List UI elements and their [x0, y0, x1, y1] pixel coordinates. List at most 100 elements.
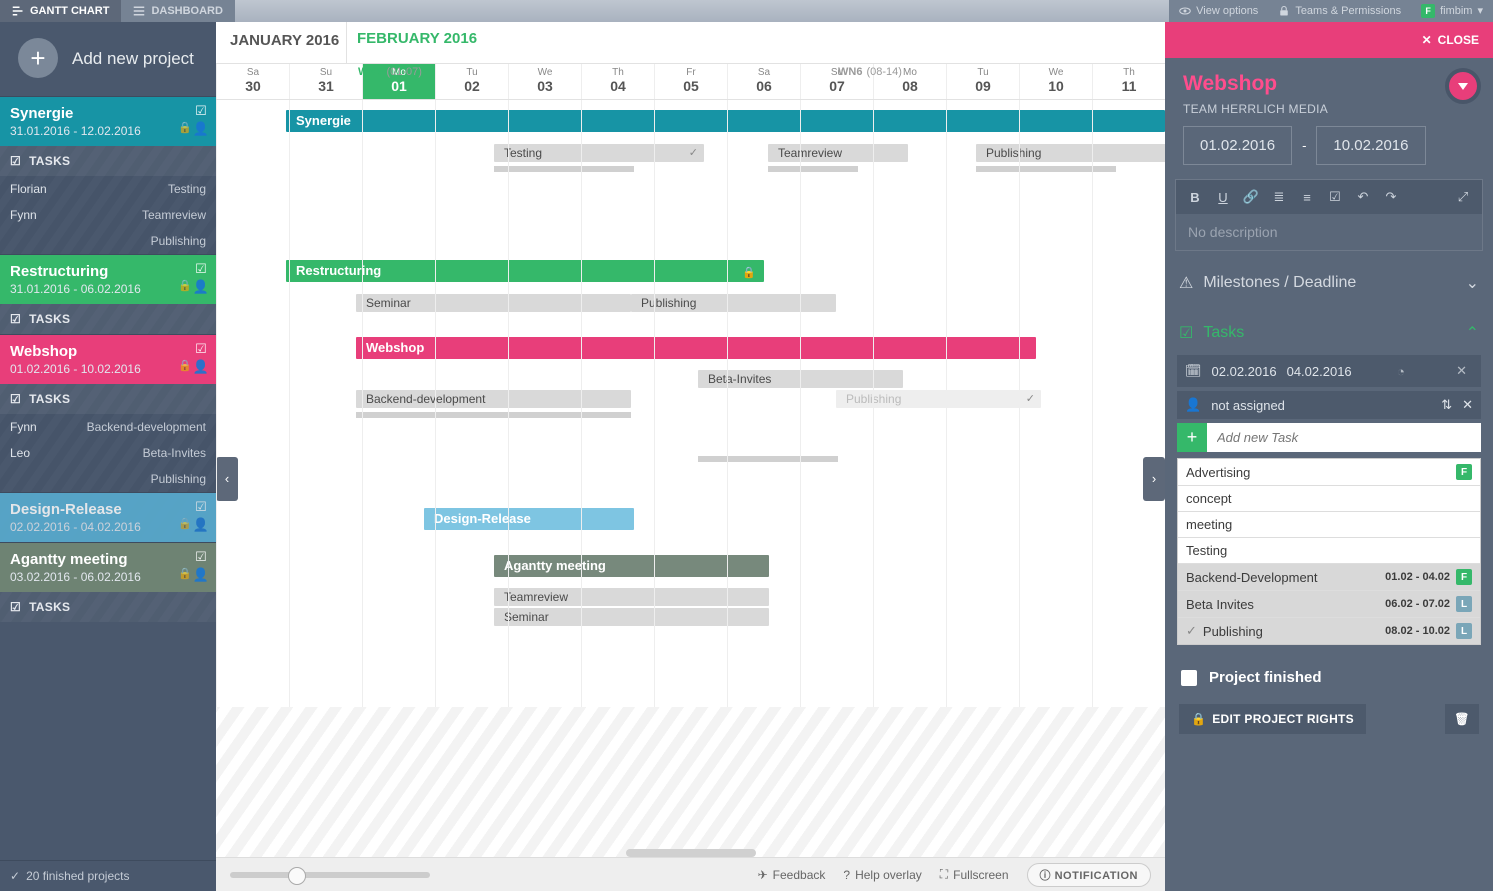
- project-finished-toggle[interactable]: Project finished: [1165, 651, 1493, 704]
- day-cell[interactable]: Th04: [581, 64, 654, 99]
- bar-publishing[interactable]: Publishing: [976, 144, 1165, 162]
- right-panel: ✕ CLOSE Webshop TEAM HERRLICH MEDIA 01.0…: [1165, 22, 1493, 891]
- bold-button[interactable]: B: [1184, 186, 1206, 208]
- add-task-input[interactable]: [1207, 423, 1481, 452]
- close-button[interactable]: ✕ CLOSE: [1165, 22, 1493, 58]
- tab-gantt[interactable]: GANTT CHART: [0, 0, 121, 22]
- fullscreen-button[interactable]: ⛶ Fullscreen: [940, 867, 1009, 882]
- task-row[interactable]: AdvertisingF: [1178, 459, 1480, 486]
- tasks-section-header[interactable]: ☑ Tasks ⌃: [1165, 315, 1493, 351]
- task-date-from[interactable]: 02.02.2016: [1212, 364, 1277, 379]
- tab-dashboard-label: DASHBOARD: [151, 0, 223, 22]
- gantt-body[interactable]: Synergie Testing Teamreview Publishing R…: [216, 100, 1165, 857]
- task-row[interactable]: Testing: [1178, 538, 1480, 564]
- bar-testing[interactable]: Testing: [494, 144, 704, 162]
- undo-button[interactable]: ↶: [1352, 186, 1374, 208]
- clock-icon[interactable]: ◔: [1391, 362, 1411, 381]
- help-link[interactable]: ? Help overlay: [843, 868, 921, 882]
- assignee-select[interactable]: not assigned: [1211, 398, 1285, 413]
- bar-design-release[interactable]: Design-Release: [424, 508, 634, 530]
- finished-projects[interactable]: ✓ 20 finished projects: [0, 860, 216, 891]
- day-cell[interactable]: Fr05: [654, 64, 727, 99]
- task-row[interactable]: concept: [1178, 486, 1480, 512]
- task-row[interactable]: ✓Publishing08.02 - 10.02L: [1178, 618, 1480, 644]
- task-row[interactable]: Backend-Development01.02 - 04.02F: [1178, 564, 1480, 591]
- lock-icon: 🔒: [178, 279, 192, 292]
- redo-button[interactable]: ↷: [1380, 186, 1402, 208]
- sort-icon[interactable]: ⇅: [1441, 397, 1452, 413]
- tasks-header[interactable]: ☑ TASKS: [0, 384, 216, 414]
- description-input[interactable]: No description: [1176, 214, 1482, 250]
- project-synergie[interactable]: Synergie 31.01.2016 - 12.02.2016 🔒 ☑ 👤 ☑…: [0, 96, 216, 254]
- add-task-button[interactable]: +: [1177, 423, 1207, 452]
- task-date-to[interactable]: 04.02.2016: [1287, 364, 1352, 379]
- user-menu[interactable]: F fimbim ▾: [1411, 0, 1493, 22]
- color-fab[interactable]: [1445, 68, 1481, 104]
- assignee-row[interactable]: LeoBeta-Invites: [0, 440, 216, 466]
- link-button[interactable]: 🔗: [1240, 186, 1262, 208]
- day-cell[interactable]: Su31: [289, 64, 362, 99]
- day-cell[interactable]: Th11: [1092, 64, 1165, 99]
- delete-project-button[interactable]: 🗑: [1445, 704, 1479, 734]
- bar-teamreview[interactable]: Teamreview: [768, 144, 908, 162]
- feedback-link[interactable]: ✈ Feedback: [758, 868, 826, 882]
- assignee-badge: F: [1456, 464, 1472, 480]
- add-project-button[interactable]: + Add new project: [0, 22, 216, 96]
- checklist-button[interactable]: ☑: [1324, 186, 1346, 208]
- panel-team: TEAM HERRLICH MEDIA: [1183, 102, 1475, 116]
- horizontal-scrollbar[interactable]: [626, 849, 756, 857]
- bar-seminar[interactable]: Seminar: [356, 294, 631, 312]
- bar-backend[interactable]: Backend-development: [356, 390, 631, 408]
- bar-publishing3[interactable]: Publishing: [836, 390, 1041, 408]
- sidebar: + Add new project Synergie 31.01.2016 - …: [0, 22, 216, 891]
- assignee-row[interactable]: FynnTeamreview: [0, 202, 216, 228]
- day-cell[interactable]: We03: [508, 64, 581, 99]
- day-cell[interactable]: Sa06: [727, 64, 800, 99]
- day-cell[interactable]: We10: [1019, 64, 1092, 99]
- bar-restructuring[interactable]: Restructuring🔒: [286, 260, 764, 282]
- scroll-left-button[interactable]: ‹: [216, 457, 238, 501]
- assignee-row[interactable]: FynnBackend-development: [0, 414, 216, 440]
- bar-synergie[interactable]: Synergie: [286, 110, 1165, 132]
- tasks-header[interactable]: ☑ TASKS: [0, 304, 216, 334]
- day-cell[interactable]: Tu02: [435, 64, 508, 99]
- project-restructuring[interactable]: Restructuring 31.01.2016 - 06.02.2016 🔒 …: [0, 254, 216, 334]
- assignee-row[interactable]: Publishing: [0, 228, 216, 254]
- clear-assignee[interactable]: ✕: [1462, 397, 1473, 413]
- assignee-row[interactable]: Publishing: [0, 466, 216, 492]
- project-webshop[interactable]: Webshop 01.02.2016 - 10.02.2016 🔒 ☑👤 ☑ T…: [0, 334, 216, 492]
- tasks-header[interactable]: ☑ TASKS: [0, 592, 216, 622]
- zoom-slider[interactable]: [230, 872, 430, 878]
- bar-webshop[interactable]: Webshop: [356, 337, 1036, 359]
- day-cell[interactable]: Tu09: [946, 64, 1019, 99]
- assignee-row[interactable]: FlorianTesting: [0, 176, 216, 202]
- project-agantty-meeting[interactable]: Agantty meeting 03.02.2016 - 06.02.2016 …: [0, 542, 216, 622]
- ul-button[interactable]: ≡: [1296, 186, 1318, 208]
- project-name: Agantty meeting: [10, 551, 176, 568]
- list-icon: [133, 5, 145, 17]
- bar-publishing2[interactable]: Publishing: [631, 294, 836, 312]
- notification-button[interactable]: ⓘ NOTIFICATION: [1027, 863, 1151, 887]
- checkbox[interactable]: [1181, 670, 1197, 686]
- task-row[interactable]: meeting: [1178, 512, 1480, 538]
- user-icon: 👤: [192, 517, 210, 533]
- edit-rights-button[interactable]: 🔒 EDIT PROJECT RIGHTS: [1179, 704, 1366, 734]
- tab-dashboard[interactable]: DASHBOARD: [121, 0, 235, 22]
- user-avatar: F: [1421, 4, 1435, 18]
- scroll-right-button[interactable]: ›: [1143, 457, 1165, 501]
- assignee-badge: F: [1456, 569, 1472, 585]
- user-icon: 👤: [192, 567, 210, 583]
- task-row[interactable]: Beta Invites06.02 - 07.02L: [1178, 591, 1480, 618]
- clear-dates[interactable]: ✕: [1450, 361, 1473, 381]
- teams-permissions[interactable]: Teams & Permissions: [1268, 0, 1411, 22]
- milestones-section-header[interactable]: ⚠ Milestones / Deadline ⌄: [1165, 265, 1493, 301]
- view-options[interactable]: View options: [1169, 0, 1268, 22]
- expand-button[interactable]: ⤢: [1452, 186, 1474, 208]
- ol-button[interactable]: ≣: [1268, 186, 1290, 208]
- underline-button[interactable]: U: [1212, 186, 1234, 208]
- project-design-release[interactable]: Design-Release 02.02.2016 - 04.02.2016 🔒…: [0, 492, 216, 542]
- day-cell[interactable]: Sa30: [216, 64, 289, 99]
- tasks-header[interactable]: ☑ TASKS: [0, 146, 216, 176]
- date-to-input[interactable]: 10.02.2016: [1316, 126, 1425, 165]
- date-from-input[interactable]: 01.02.2016: [1183, 126, 1292, 165]
